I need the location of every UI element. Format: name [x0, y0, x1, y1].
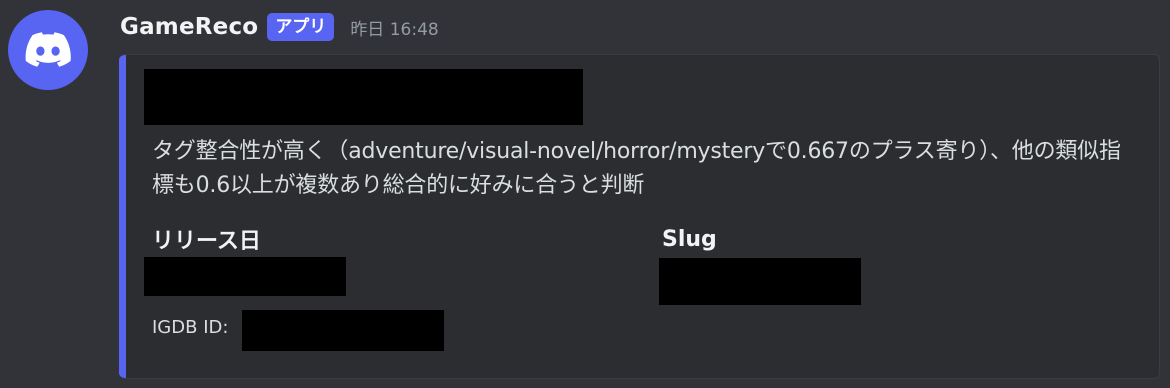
field-name-slug: Slug: [662, 227, 717, 252]
discord-logo-icon: [25, 32, 71, 67]
embed-card: タグ整合性が高く（adventure/visual-novel/horror/m…: [119, 54, 1160, 379]
message-header: GameReco アプリ 昨日 16:48: [120, 10, 439, 44]
field-name-release-date: リリース日: [152, 229, 261, 254]
field-value-slug-redacted: [659, 258, 861, 305]
app-badge: アプリ: [267, 13, 335, 41]
embed-description: タグ整合性が高く（adventure/visual-novel/horror/m…: [152, 139, 1121, 198]
embed-accent-bar: [119, 55, 126, 378]
field-value-release-date-redacted: [144, 257, 346, 296]
igdb-id-label: IGDB ID:: [152, 317, 229, 338]
timestamp[interactable]: 昨日 16:48: [350, 15, 438, 40]
igdb-id-value-redacted: [242, 310, 444, 351]
embed-title-redacted: [144, 69, 583, 125]
author-name[interactable]: GameReco: [120, 14, 258, 40]
avatar[interactable]: [8, 10, 88, 90]
chat-message: GameReco アプリ 昨日 16:48 タグ整合性が高く（adventure…: [0, 0, 1170, 388]
